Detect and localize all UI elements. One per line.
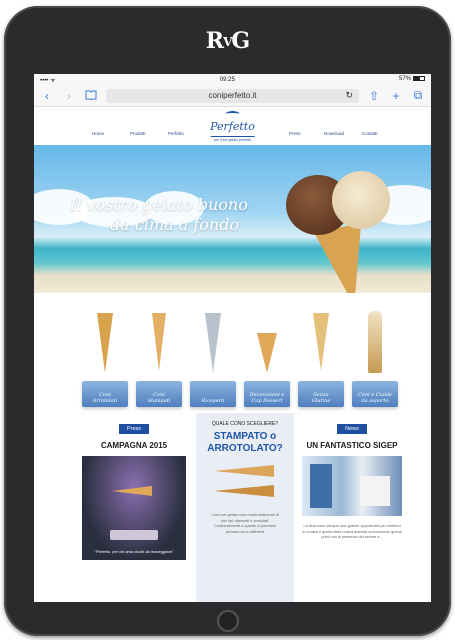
hero-banner[interactable]: Il vostro gelato buono da cima a fondo [34,145,431,293]
home-button[interactable] [216,610,239,632]
news-title[interactable]: UN FANTASTICO SIGEP [302,441,402,450]
nav-prodotti[interactable]: Prodotti [130,131,146,136]
signal-indicator: •••• ᯤ [40,77,56,84]
choose-question: QUALE CONO SCEGLIERE? [211,421,279,427]
tabs-button[interactable]: ⧉ [411,88,425,103]
browser-toolbar: ‹ › coniperfetto.it ↻ ⇧ + ⧉ [34,85,431,107]
choose-text: I coni per gelato sono essenzialmente di… [211,513,279,534]
reload-icon[interactable]: ↻ [345,90,353,101]
choose-cone-card[interactable]: QUALE CONO SCEGLIERE? STAMPATO o ARROTOL… [196,413,294,602]
address-bar[interactable]: coniperfetto.it ↻ [106,88,359,103]
product-ricoperti[interactable]: Ricoperti [190,309,236,407]
product-decorazioni[interactable]: Decorazioni e Cup Dessert [244,309,290,407]
nav-perfetto[interactable]: Perfetto [168,131,184,136]
battery-icon [413,76,425,82]
news-text: La fiera sono sempre una grande opportun… [302,524,402,539]
tablet-screen: •••• ᯤ 09:25 57% ‹ › coniperfetto.it ↻ ⇧… [34,74,431,602]
sigep-image[interactable] [302,456,402,516]
share-button[interactable]: ⇧ [367,89,381,103]
press-column: Press CAMPAGNA 2015 "Perfetto, per chi a… [82,417,186,560]
battery-indicator: 57% [399,76,425,83]
perfetto-logo[interactable]: Perfetto per il tuo gelato perfetto [210,111,255,142]
product-senza-glutine[interactable]: Senza Glutine [298,309,344,407]
campaign-image[interactable]: "Perfetto, per chi ama cicchi da maneggi… [82,456,186,560]
product-categories: Coni Arrotolati Coni Stampati Ricoperti De… [34,293,431,413]
nav-home[interactable]: Home [92,131,104,136]
nav-contatti[interactable]: Contatti [362,131,378,136]
hero-title: Il vostro gelato buono da cima a fondo [70,195,248,234]
status-bar: •••• ᯤ 09:25 57% [34,74,431,85]
content-columns: Press CAMPAGNA 2015 "Perfetto, per chi a… [34,413,431,602]
logo-swirl-icon [225,111,240,117]
bookmarks-icon[interactable] [84,89,98,103]
news-badge[interactable]: News [337,424,367,434]
back-button[interactable]: ‹ [40,89,54,103]
press-badge[interactable]: Press [118,424,150,434]
product-coni-stampati[interactable]: Coni Stampati [136,309,182,407]
nav-download[interactable]: Download [324,131,344,136]
nav-press[interactable]: Press [289,131,301,136]
news-column: News UN FANTASTICO SIGEP La fiera sono s… [302,417,402,541]
rvg-logo: RVG [205,28,250,54]
press-title[interactable]: CAMPAGNA 2015 [82,441,186,450]
tablet-frame: RVG •••• ᯤ 09:25 57% ‹ › coniperfetto.it… [4,6,451,636]
choose-headline: STAMPATO o ARROTOLATO? [207,431,283,454]
product-asporto[interactable]: Coni e Cialde da asporto [352,309,398,407]
vanilla-scoop [332,171,390,229]
url-text: coniperfetto.it [208,91,257,100]
site-header: Perfetto per il tuo gelato perfetto Home… [34,107,431,145]
clock: 09:25 [219,76,235,83]
forward-button[interactable]: › [62,89,76,103]
cones-illustration [196,459,294,503]
new-tab-button[interactable]: + [389,89,403,103]
product-coni-arrotolati[interactable]: Coni Arrotolati [82,309,128,407]
